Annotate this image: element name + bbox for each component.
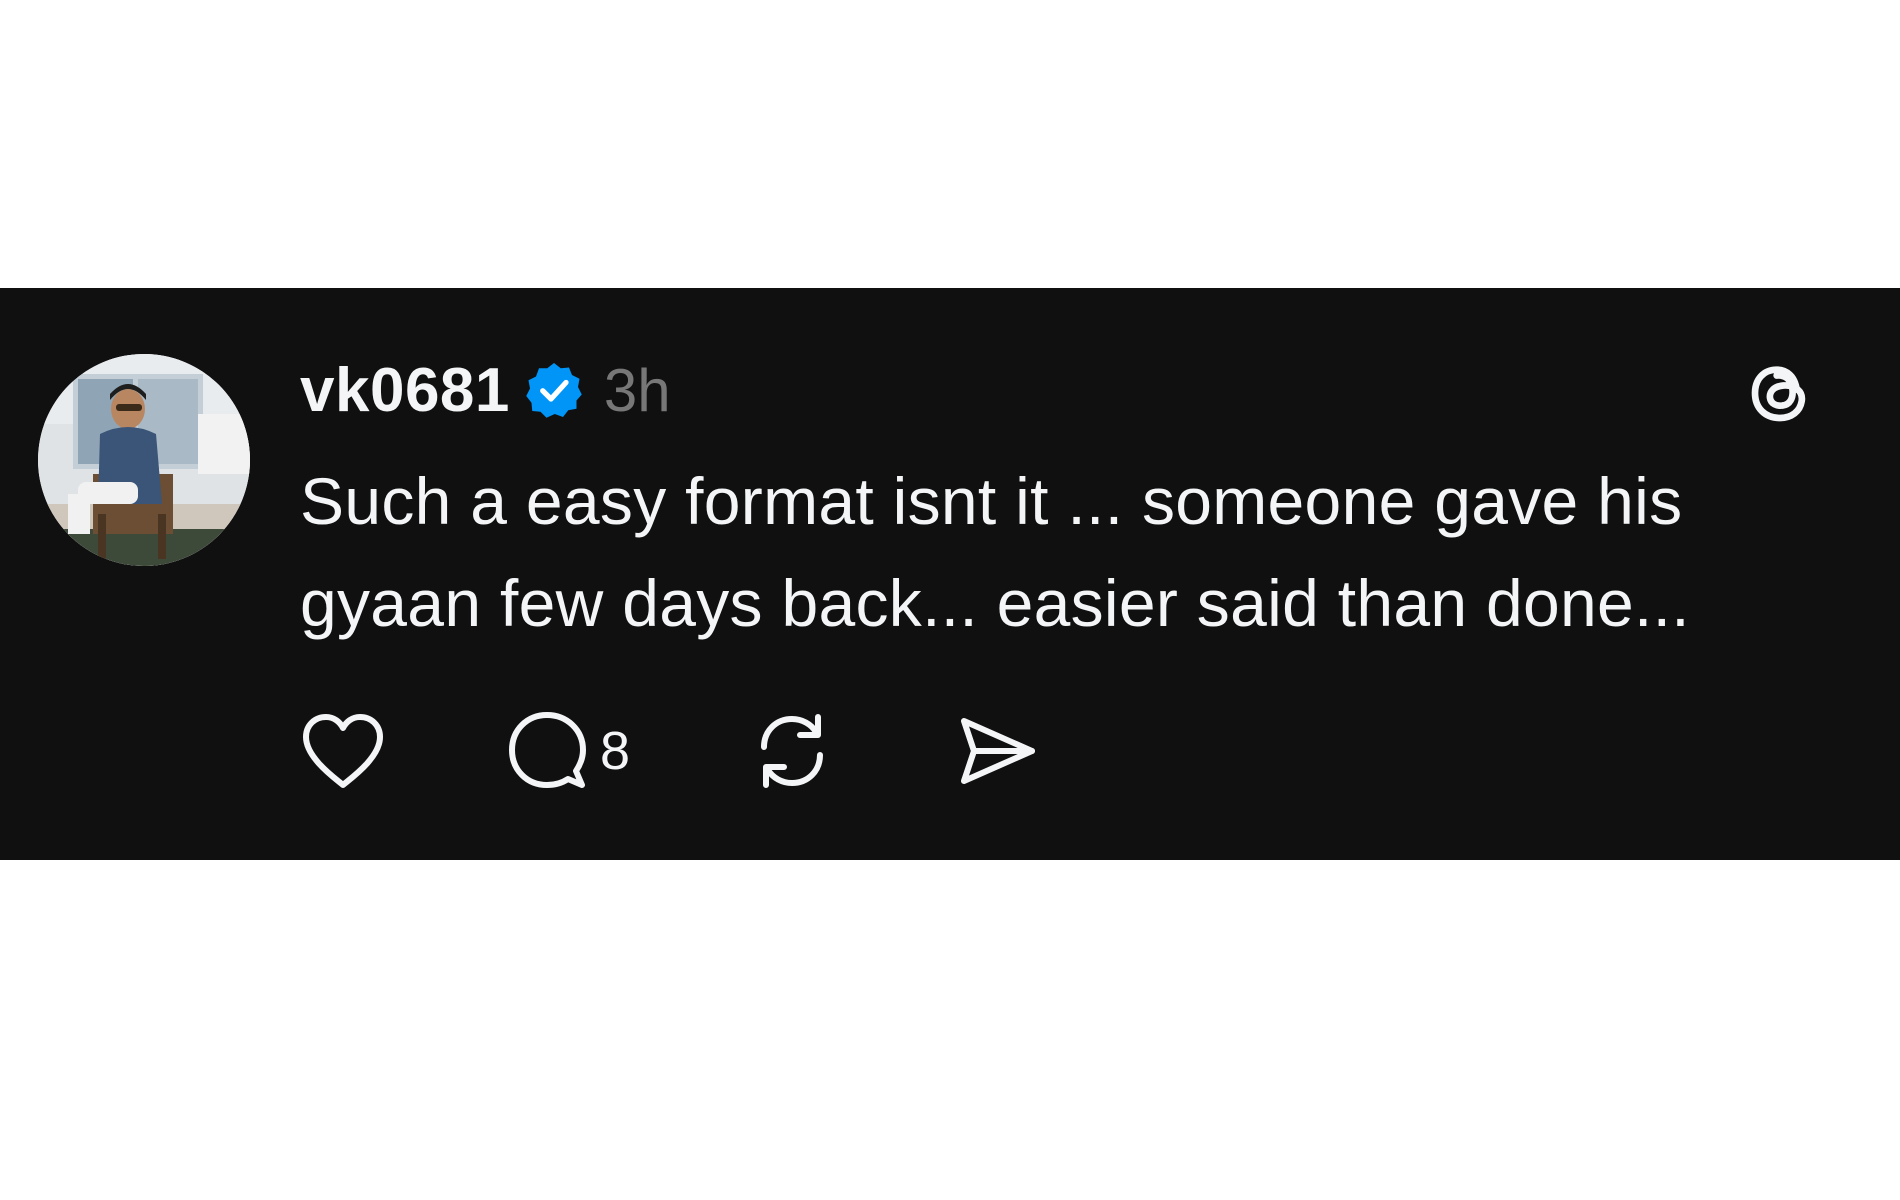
- post-text: Such a easy format isnt it ... someone g…: [300, 464, 1690, 640]
- post-timestamp: 3h: [603, 356, 671, 424]
- like-button[interactable]: [300, 711, 386, 791]
- heart-icon: [300, 711, 386, 791]
- post-header: vk0681 3h: [300, 350, 671, 430]
- avatar[interactable]: [38, 354, 250, 566]
- threads-logo-icon: [1740, 353, 1820, 433]
- username[interactable]: vk0681: [300, 355, 510, 426]
- repost-icon: [750, 709, 834, 793]
- share-button[interactable]: [954, 709, 1038, 793]
- send-icon: [954, 709, 1038, 793]
- verified-badge-icon: [524, 360, 584, 420]
- reply-count: 8: [600, 721, 631, 781]
- reply-button[interactable]: 8: [506, 709, 630, 793]
- post-actions: 8: [300, 706, 1038, 796]
- repost-button[interactable]: [750, 709, 834, 793]
- thread-post[interactable]: vk0681 3h Such a easy format isnt it ...…: [0, 288, 1900, 860]
- avatar-photo: [38, 354, 250, 566]
- comment-bubble-icon: [506, 709, 590, 793]
